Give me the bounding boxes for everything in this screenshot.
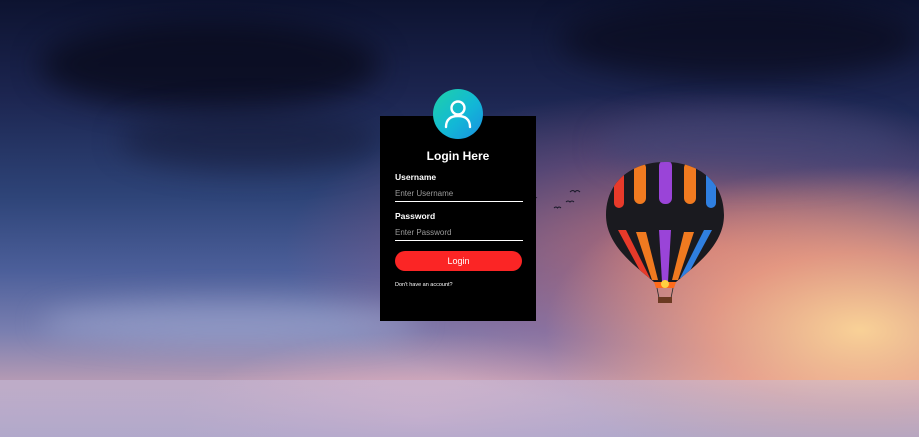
password-input[interactable] xyxy=(395,225,523,241)
signup-link[interactable]: Don't have an account? xyxy=(395,282,453,289)
birds-icon xyxy=(533,190,581,209)
avatar xyxy=(433,89,483,139)
user-icon xyxy=(444,100,472,129)
login-title: Login Here xyxy=(426,149,490,163)
background-sea xyxy=(0,380,919,437)
username-input[interactable] xyxy=(395,186,523,202)
background-cloud xyxy=(40,300,420,345)
background-cloud xyxy=(560,0,919,80)
hot-air-balloon-icon xyxy=(606,162,724,303)
login-button[interactable]: Login xyxy=(395,251,522,271)
password-label: Password xyxy=(395,211,436,221)
background-cloud xyxy=(120,110,380,170)
username-label: Username xyxy=(395,172,437,182)
background-cloud xyxy=(40,20,380,110)
